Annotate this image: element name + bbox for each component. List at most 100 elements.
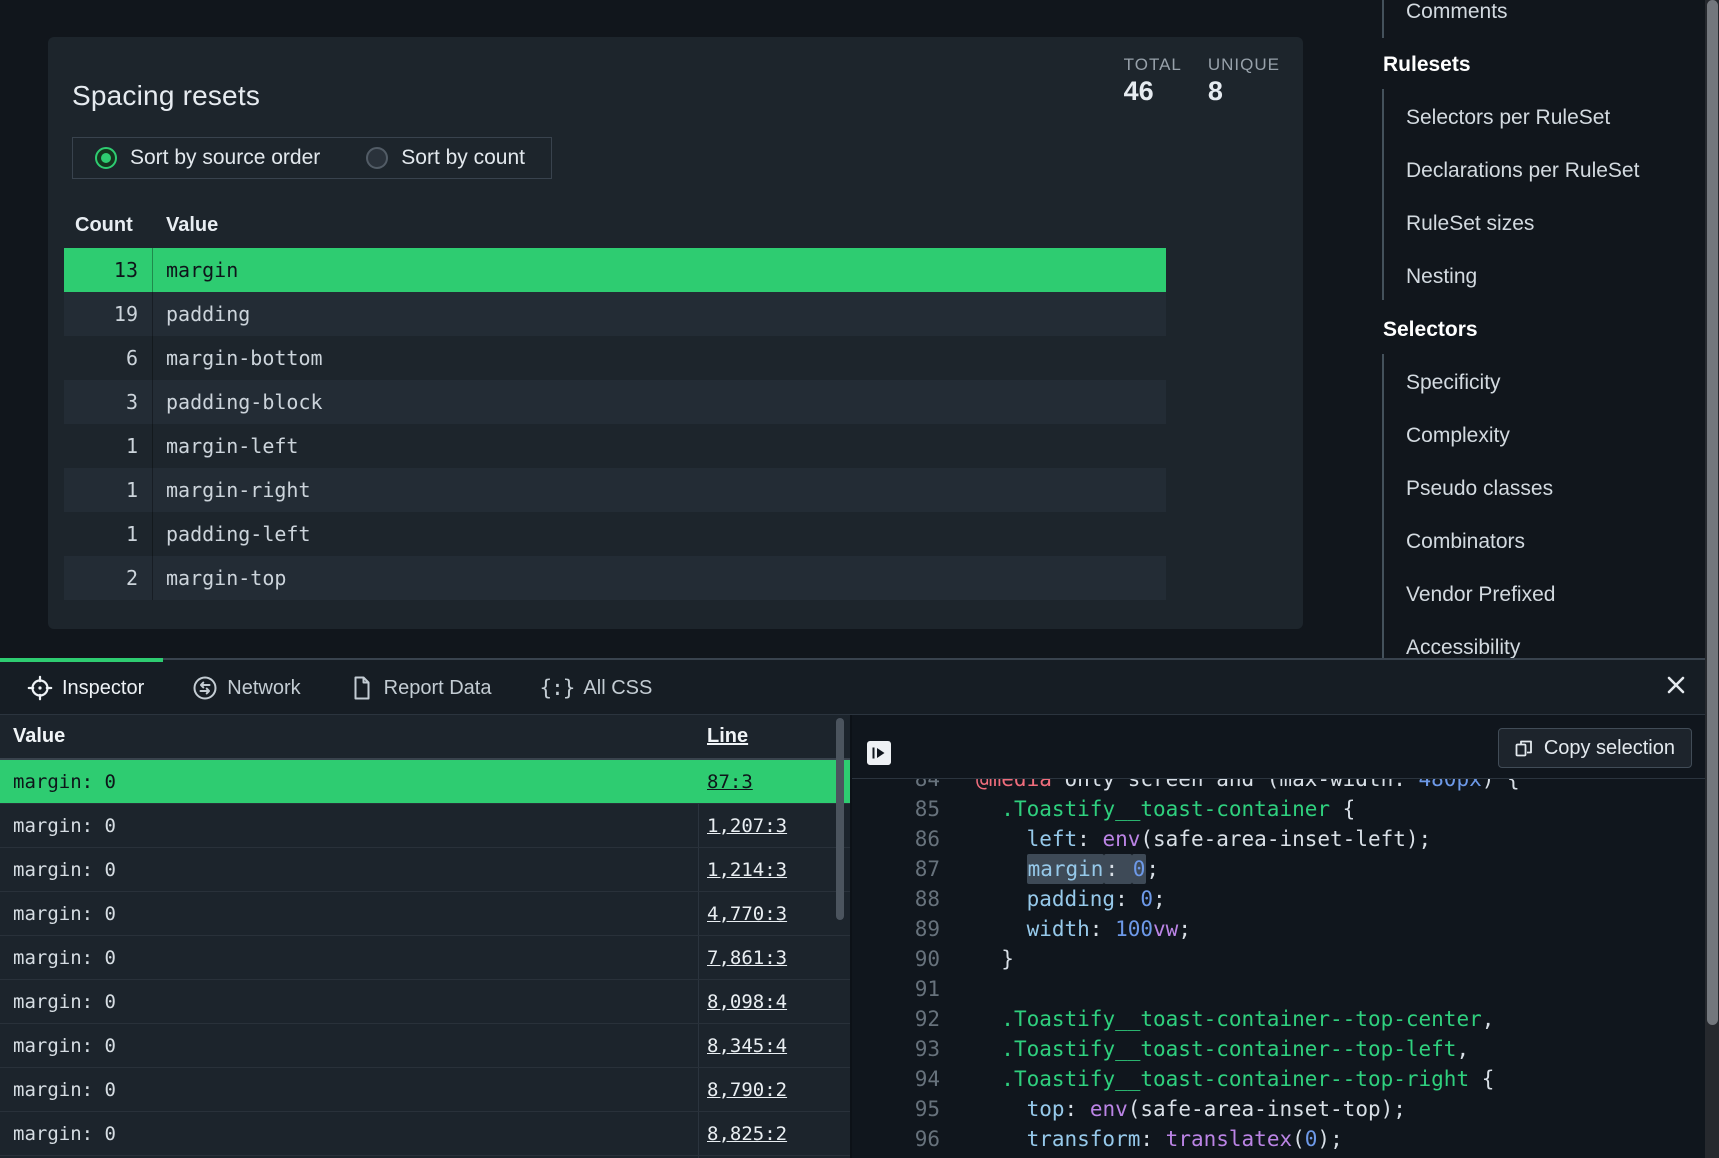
line-cell: 1,207:3 [698, 804, 850, 847]
line-number: 87 [852, 854, 940, 884]
inspector-panel: Inspector Network Report Data {:} A [0, 658, 1719, 1158]
table-row[interactable]: 6 margin-bottom [64, 336, 1166, 380]
inspector-list-header: Value Line [0, 715, 850, 760]
line-header[interactable]: Line [698, 725, 850, 748]
code-viewer: Copy selection 84 @media only screen and… [852, 715, 1719, 1158]
line-code: transform: translatex(0); [976, 1124, 1343, 1154]
line-link[interactable]: 8,790:2 [707, 1079, 787, 1101]
sidebar-list: CommentsRulesetsSelectors per RuleSetDec… [1382, 0, 1705, 661]
table-row[interactable]: 13 margin [64, 248, 1166, 292]
code-line: 84 @media only screen and (max-width: 48… [852, 778, 1719, 794]
inspector-row[interactable]: margin: 0 7,861:3 [0, 936, 850, 980]
sidebar-item-pseudo-classes[interactable]: Pseudo classes [1382, 462, 1705, 515]
tab-inspector-label: Inspector [62, 677, 144, 700]
sort-by-source-order-label: Sort by source order [130, 146, 320, 170]
line-link[interactable]: 1,214:3 [707, 859, 787, 881]
table-row[interactable]: 2 margin-top [64, 556, 1166, 600]
line-link[interactable]: 8,825:2 [707, 1123, 787, 1145]
tab-network-label: Network [227, 677, 300, 700]
row-value: margin-left [153, 434, 298, 458]
line-cell: 8,825:2 [698, 1112, 850, 1155]
line-link[interactable]: 87:3 [707, 771, 753, 793]
count-column-header: Count [64, 214, 153, 237]
line-link[interactable]: 7,861:3 [707, 947, 787, 969]
code-line: 90 } [852, 944, 1719, 974]
sidebar-item-nesting[interactable]: Nesting [1382, 250, 1705, 303]
line-number: 86 [852, 824, 940, 854]
line-link[interactable]: 8,098:4 [707, 991, 787, 1013]
inspector-rows: margin: 0 87:3 margin: 0 1,207:3 margin:… [0, 760, 850, 1158]
copy-selection-button[interactable]: Copy selection [1498, 728, 1692, 768]
row-count: 19 [64, 292, 153, 336]
code-line: 89 width: 100vw; [852, 914, 1719, 944]
inspector-row[interactable]: margin: 0 8,790:2 [0, 1068, 850, 1112]
code-line: 86 left: env(safe-area-inset-left); [852, 824, 1719, 854]
tab-report-data-label: Report Data [384, 677, 492, 700]
line-cell: 1,214:3 [698, 848, 850, 891]
spacing-resets-card: Spacing resets TOTAL 46 UNIQUE 8 Sort by… [48, 37, 1303, 629]
line-cell: 4,770:3 [698, 892, 850, 935]
sidebar-item-vendor-prefixed[interactable]: Vendor Prefixed [1382, 568, 1705, 621]
row-count: 2 [64, 556, 153, 600]
sidebar-item-complexity[interactable]: Complexity [1382, 409, 1705, 462]
table-row[interactable]: 1 margin-right [64, 468, 1166, 512]
expand-panel-button[interactable] [867, 741, 891, 765]
radio-unselected-icon[interactable] [366, 147, 388, 169]
line-number: 93 [852, 1034, 940, 1064]
sidebar-item-combinators[interactable]: Combinators [1382, 515, 1705, 568]
line-code: top: env(safe-area-inset-top); [976, 1094, 1406, 1124]
line-number: 85 [852, 794, 940, 824]
line-code: left: env(safe-area-inset-left); [976, 824, 1431, 854]
inspector-row[interactable]: margin: 0 4,770:3 [0, 892, 850, 936]
row-count: 1 [64, 512, 153, 556]
inspector-row[interactable]: margin: 0 8,098:4 [0, 980, 850, 1024]
declaration-value: margin: 0 [0, 815, 698, 837]
sidebar-item-declarations-per-ruleset[interactable]: Declarations per RuleSet [1382, 144, 1705, 197]
tab-all-css[interactable]: {:} All CSS [539, 676, 652, 700]
line-link[interactable]: 4,770:3 [707, 903, 787, 925]
page-scrollbar-thumb[interactable] [1707, 0, 1718, 1025]
code-scroll-area[interactable]: 84 @media only screen and (max-width: 48… [852, 778, 1719, 1158]
tab-inspector[interactable]: Inspector [27, 675, 144, 701]
tab-report-data[interactable]: Report Data [349, 675, 492, 701]
line-number: 89 [852, 914, 940, 944]
line-cell: 8,790:2 [698, 1068, 850, 1111]
close-icon [1667, 676, 1685, 694]
line-link[interactable]: 8,345:4 [707, 1035, 787, 1057]
table-row[interactable]: 1 padding-left [64, 512, 1166, 556]
stat-unique: UNIQUE 8 [1208, 55, 1280, 107]
code-line: 87 margin: 0; [852, 854, 1719, 884]
inspector-row[interactable]: margin: 0 1,214:3 [0, 848, 850, 892]
row-value: padding [153, 302, 250, 326]
tab-network[interactable]: Network [192, 675, 300, 701]
radio-selected-icon[interactable] [95, 147, 117, 169]
panel-expand-icon [867, 741, 891, 765]
panel-tabbar: Inspector Network Report Data {:} A [0, 662, 1719, 715]
stats: TOTAL 46 UNIQUE 8 [1124, 55, 1280, 107]
inspector-row[interactable]: margin: 0 8,825:2 [0, 1112, 850, 1156]
spacing-table-rows: 13 margin 19 padding 6 margin-bottom 3 p… [64, 248, 1166, 600]
line-cell: 7,861:3 [698, 936, 850, 979]
sidebar-item-comments[interactable]: Comments [1382, 0, 1705, 38]
inspector-row[interactable]: margin: 0 87:3 [0, 760, 850, 804]
value-header: Value [0, 725, 698, 748]
sort-by-count-option[interactable]: Sort by count [366, 146, 525, 170]
line-link[interactable]: 1,207:3 [707, 815, 787, 837]
table-row[interactable]: 19 padding [64, 292, 1166, 336]
inspector-row[interactable]: margin: 0 8,345:4 [0, 1024, 850, 1068]
sidebar-item-specificity[interactable]: Specificity [1382, 356, 1705, 409]
table-row[interactable]: 3 padding-block [64, 380, 1166, 424]
sort-by-source-order-option[interactable]: Sort by source order [95, 146, 320, 170]
code-line: 96 transform: translatex(0); [852, 1124, 1719, 1154]
table-row[interactable]: 1 margin-left [64, 424, 1166, 468]
close-panel-button[interactable] [1663, 672, 1689, 698]
sidebar-item-selectors-per-ruleset[interactable]: Selectors per RuleSet [1382, 91, 1705, 144]
sidebar-item-accessibility[interactable]: Accessibility [1382, 621, 1705, 661]
row-count: 1 [64, 468, 153, 512]
line-number: 91 [852, 974, 940, 1004]
code-lines: 84 @media only screen and (max-width: 48… [852, 778, 1719, 1154]
document-icon [349, 675, 375, 701]
inspector-list-scrollbar-thumb[interactable] [836, 718, 844, 920]
inspector-row[interactable]: margin: 0 1,207:3 [0, 804, 850, 848]
sidebar-item-ruleset-sizes[interactable]: RuleSet sizes [1382, 197, 1705, 250]
